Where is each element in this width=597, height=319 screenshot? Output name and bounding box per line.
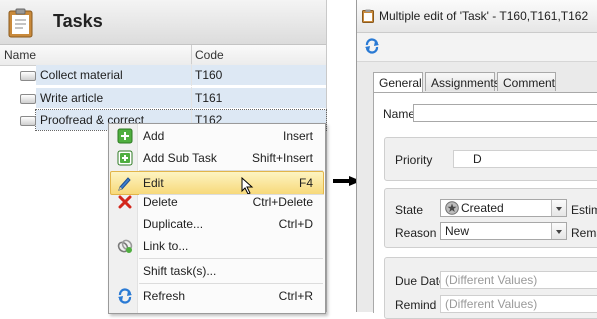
task-icon (20, 71, 36, 81)
dialog-title: Multiple edit of 'Task' - T160,T161,T162 (379, 9, 589, 23)
state-dropdown[interactable]: Created (440, 199, 567, 217)
column-header-code[interactable]: Code (195, 48, 224, 62)
clipboard-icon (362, 9, 374, 23)
grid-header: Name Code (0, 45, 326, 66)
menu-item-refresh[interactable]: Refresh Ctrl+R (111, 285, 323, 307)
tab-assignments[interactable]: Assignments (425, 72, 500, 91)
due-date-field[interactable]: (Different Values) (440, 271, 597, 289)
menu-item-label: Refresh (143, 289, 186, 303)
multi-edit-dialog: Multiple edit of 'Task' - T160,T161,T162… (356, 0, 597, 319)
task-name: Write article (40, 91, 104, 105)
general-tab-panel: Name Priority D State Created Estima Rea… (373, 92, 597, 319)
tasks-panel: Tasks Name Code Collect material T160 Wr… (0, 0, 327, 314)
estimate-label: Estima (571, 203, 597, 217)
menu-item-label: Link to... (143, 239, 189, 253)
column-divider[interactable] (191, 45, 192, 65)
task-code: T161 (195, 91, 223, 105)
context-menu: Add Insert Add Sub Task Shift+Insert Edi… (108, 123, 326, 314)
remind-label: Remind (395, 298, 437, 312)
task-icon (20, 116, 36, 126)
chevron-down-icon[interactable] (551, 200, 566, 216)
menu-item-shift-tasks[interactable]: Shift task(s)... (111, 260, 323, 282)
menu-item-link-to[interactable]: Link to... (111, 235, 323, 257)
name-label: Name (383, 107, 416, 121)
state-value: Created (461, 201, 504, 215)
menu-item-duplicate[interactable]: Duplicate... Ctrl+D (111, 213, 323, 235)
menu-separator (139, 283, 323, 284)
dialog-toolbar (357, 33, 597, 62)
menu-item-delete[interactable]: Delete Ctrl+Delete (111, 191, 323, 213)
pencil-icon (118, 177, 131, 191)
add-icon (117, 128, 133, 144)
menu-item-shortcut: Insert (282, 129, 313, 143)
table-row[interactable]: Collect material T160 (0, 64, 326, 86)
menu-item-shortcut: Ctrl+R (278, 289, 313, 303)
refresh-icon (118, 288, 132, 304)
menu-item-shortcut: Ctrl+Delete (252, 195, 313, 209)
menu-item-label: Add (143, 129, 165, 143)
state-label: State (395, 203, 424, 217)
task-code: T160 (195, 68, 223, 82)
reason-value: New (445, 224, 470, 238)
star-state-icon (445, 201, 459, 215)
table-row[interactable]: Write article T161 (0, 87, 326, 109)
chevron-down-icon[interactable] (551, 223, 566, 239)
priority-group: Priority D (384, 137, 597, 181)
task-icon (20, 94, 36, 104)
menu-item-label: Delete (143, 195, 178, 209)
menu-item-label: Add Sub Task (143, 151, 217, 165)
menu-item-label: Shift task(s)... (143, 264, 217, 278)
menu-item-shortcut: F4 (298, 176, 313, 190)
cell-divider (191, 87, 192, 109)
menu-item-label: Duplicate... (143, 217, 204, 231)
menu-item-label: Edit (143, 176, 164, 190)
task-name: Collect material (40, 68, 123, 82)
menu-item-shortcut: Ctrl+D (278, 217, 313, 231)
menu-item-add[interactable]: Add Insert (111, 125, 323, 147)
priority-label: Priority (395, 153, 433, 167)
dates-group: Due Date (Different Values) Remind (Diff… (384, 257, 597, 319)
delete-x-icon (118, 195, 132, 209)
add-subtask-icon (117, 150, 133, 166)
state-group: State Created Estima Reason New Rema (384, 188, 597, 248)
remarks-label: Rema (571, 226, 597, 240)
menu-separator (139, 258, 323, 259)
due-date-label: Due Date (395, 274, 446, 288)
tab-general[interactable]: General (373, 72, 423, 92)
menu-item-add-sub-task[interactable]: Add Sub Task Shift+Insert (111, 147, 323, 169)
priority-value: D (473, 152, 482, 166)
priority-field[interactable]: D (453, 150, 597, 168)
name-field[interactable] (413, 104, 597, 122)
menu-item-shortcut: Shift+Insert (251, 151, 313, 165)
column-header-name[interactable]: Name (4, 48, 36, 62)
reason-label: Reason (395, 226, 437, 240)
clipboard-icon (8, 8, 33, 38)
refresh-icon[interactable] (364, 38, 380, 54)
tasks-title: Tasks (53, 11, 103, 31)
tasks-header: Tasks (0, 0, 326, 45)
remind-field[interactable]: (Different Values) (440, 295, 597, 313)
dialog-titlebar[interactable]: Multiple edit of 'Task' - T160,T161,T162 (357, 0, 597, 33)
cell-divider (191, 64, 192, 86)
reason-dropdown[interactable]: New (440, 222, 567, 240)
tab-comment[interactable]: Comment (497, 72, 556, 91)
link-icon (117, 239, 133, 253)
